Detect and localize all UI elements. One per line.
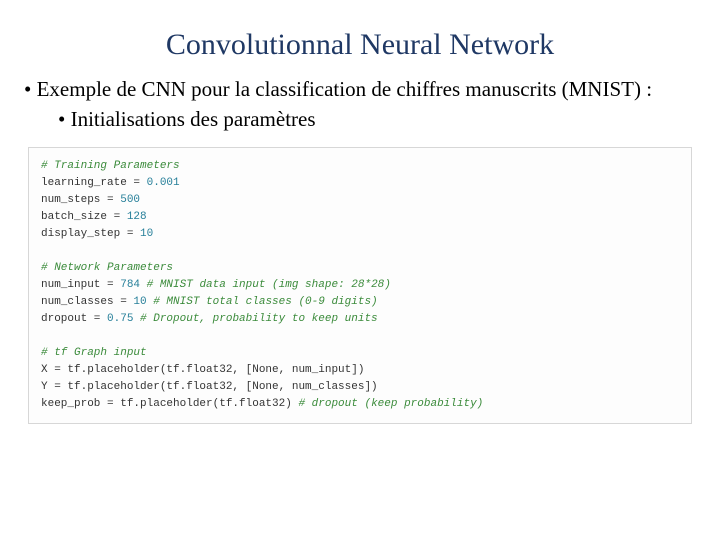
code-line: num_input = 784 # MNIST data input (img …	[41, 279, 391, 291]
code-comment: # tf Graph input	[41, 347, 147, 359]
code-line: batch_size = 128	[41, 211, 147, 223]
code-line: X = tf.placeholder(tf.float32, [None, nu…	[41, 364, 364, 376]
code-line: learning_rate = 0.001	[41, 177, 180, 189]
code-line: Y = tf.placeholder(tf.float32, [None, nu…	[41, 381, 378, 393]
code-blank	[41, 330, 48, 342]
code-comment: # Training Parameters	[41, 160, 180, 172]
code-block: # Training Parameters learning_rate = 0.…	[28, 147, 692, 425]
slide-title: Convolutionnal Neural Network	[24, 28, 696, 62]
code-line: num_steps = 500	[41, 194, 140, 206]
code-blank	[41, 245, 48, 257]
code-line: num_classes = 10 # MNIST total classes (…	[41, 296, 378, 308]
code-line: keep_prob = tf.placeholder(tf.float32) #…	[41, 398, 483, 410]
slide: Convolutionnal Neural Network • Exemple …	[0, 0, 720, 444]
bullet-level-1: • Exemple de CNN pour la classification …	[24, 76, 696, 102]
bullet-level-2: • Initialisations des paramètres	[58, 106, 696, 132]
code-line: display_step = 10	[41, 228, 153, 240]
code-comment: # Network Parameters	[41, 262, 173, 274]
code-line: dropout = 0.75 # Dropout, probability to…	[41, 313, 378, 325]
